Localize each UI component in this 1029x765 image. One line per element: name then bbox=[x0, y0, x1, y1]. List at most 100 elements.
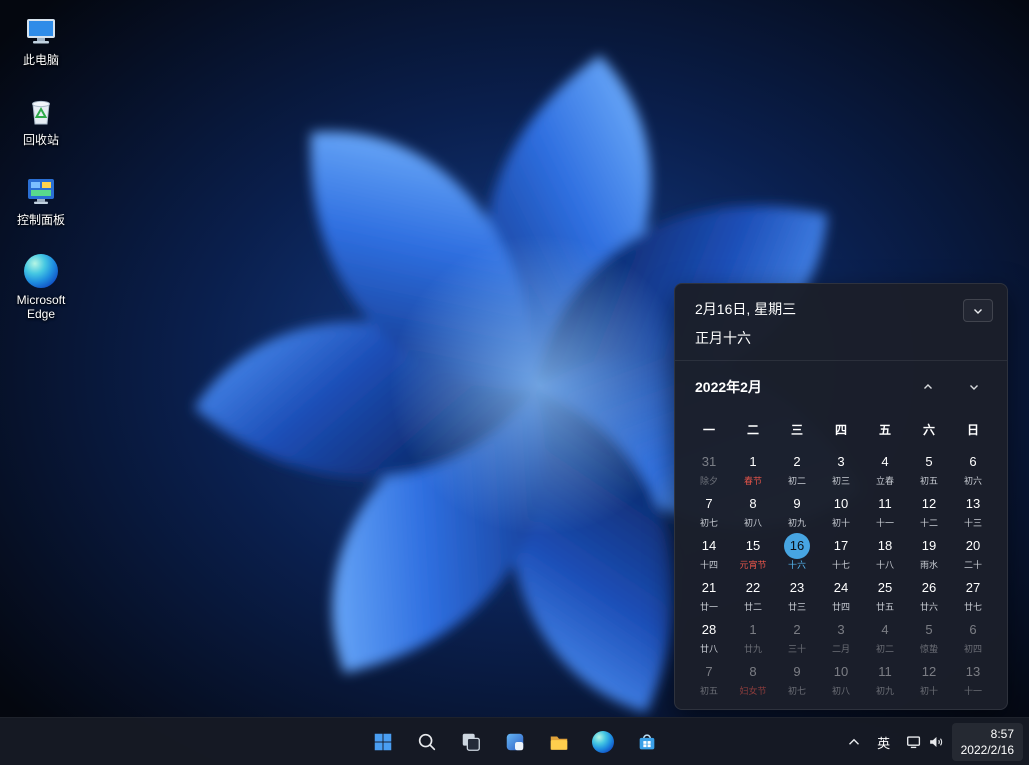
calendar-day-cell[interactable]: 1廿九 bbox=[731, 614, 775, 656]
calendar-day-cell[interactable]: 4立春 bbox=[863, 446, 907, 488]
desktop-icon-recycle-bin[interactable]: 回收站 bbox=[2, 88, 80, 152]
day-lunar-label: 廿七 bbox=[964, 602, 982, 612]
day-number: 13 bbox=[960, 659, 986, 685]
day-number: 17 bbox=[828, 533, 854, 559]
chevron-down-icon bbox=[971, 304, 985, 318]
calendar-prev-month-button[interactable] bbox=[917, 376, 939, 398]
day-lunar-label: 初六 bbox=[964, 476, 982, 486]
taskbar-center-icons bbox=[363, 722, 667, 762]
language-indicator[interactable]: 英 bbox=[870, 722, 898, 762]
calendar-day-cell[interactable]: 13十一 bbox=[951, 656, 995, 698]
day-number: 9 bbox=[784, 491, 810, 517]
store-button[interactable] bbox=[627, 722, 667, 762]
calendar-day-cell[interactable]: 17十七 bbox=[819, 530, 863, 572]
calendar-day-cell[interactable]: 7初五 bbox=[687, 656, 731, 698]
clock-date: 2022/2/16 bbox=[961, 742, 1014, 758]
calendar-day-cell[interactable]: 15元宵节 bbox=[731, 530, 775, 572]
day-lunar-label: 三十 bbox=[788, 644, 806, 654]
day-lunar-label: 元宵节 bbox=[739, 560, 766, 570]
calendar-day-cell[interactable]: 5初五 bbox=[907, 446, 951, 488]
calendar-day-cell[interactable]: 10初八 bbox=[819, 656, 863, 698]
day-lunar-label: 立春 bbox=[876, 476, 894, 486]
calendar-day-cell[interactable]: 2三十 bbox=[775, 614, 819, 656]
calendar-day-cell[interactable]: 28廿八 bbox=[687, 614, 731, 656]
day-number: 8 bbox=[740, 659, 766, 685]
edge-button[interactable] bbox=[583, 722, 623, 762]
desktop-icon-control-panel[interactable]: 控制面板 bbox=[2, 168, 80, 232]
day-number: 11 bbox=[872, 659, 898, 685]
widgets-button[interactable] bbox=[495, 722, 535, 762]
task-view-button[interactable] bbox=[451, 722, 491, 762]
calendar-day-cell[interactable]: 18十八 bbox=[863, 530, 907, 572]
clock-button[interactable]: 8:57 2022/2/16 bbox=[952, 723, 1023, 761]
desktop-icon-this-pc[interactable]: 此电脑 bbox=[2, 8, 80, 72]
calendar-day-cell[interactable]: 2初二 bbox=[775, 446, 819, 488]
day-lunar-label: 十一 bbox=[876, 518, 894, 528]
day-number: 10 bbox=[828, 491, 854, 517]
start-button[interactable] bbox=[363, 722, 403, 762]
calendar-day-cell[interactable]: 11初九 bbox=[863, 656, 907, 698]
calendar-day-cell[interactable]: 1春节 bbox=[731, 446, 775, 488]
calendar-day-cell[interactable]: 9初九 bbox=[775, 488, 819, 530]
calendar-day-cell[interactable]: 8初八 bbox=[731, 488, 775, 530]
day-lunar-label: 廿二 bbox=[744, 602, 762, 612]
calendar-day-cell[interactable]: 8妇女节 bbox=[731, 656, 775, 698]
search-button[interactable] bbox=[407, 722, 447, 762]
day-lunar-label: 十三 bbox=[964, 518, 982, 528]
calendar-day-cell[interactable]: 26廿六 bbox=[907, 572, 951, 614]
day-number: 7 bbox=[696, 491, 722, 517]
calendar-day-cell[interactable]: 27廿七 bbox=[951, 572, 995, 614]
day-lunar-label: 初二 bbox=[788, 476, 806, 486]
calendar-day-cell[interactable]: 20二十 bbox=[951, 530, 995, 572]
file-explorer-icon bbox=[548, 731, 570, 753]
task-view-icon bbox=[460, 731, 482, 753]
day-lunar-label: 初九 bbox=[788, 518, 806, 528]
calendar-day-cell[interactable]: 22廿二 bbox=[731, 572, 775, 614]
day-lunar-label: 初七 bbox=[700, 518, 718, 528]
calendar-day-cell[interactable]: 4初二 bbox=[863, 614, 907, 656]
calendar-day-cell[interactable]: 25廿五 bbox=[863, 572, 907, 614]
calendar-day-cell[interactable]: 19雨水 bbox=[907, 530, 951, 572]
calendar-day-cell[interactable]: 5惊蛰 bbox=[907, 614, 951, 656]
day-lunar-label: 十八 bbox=[876, 560, 894, 570]
calendar-day-cell[interactable]: 6初六 bbox=[951, 446, 995, 488]
calendar-month-row: 2022年2月 bbox=[675, 361, 1007, 404]
calendar-day-cell[interactable]: 10初十 bbox=[819, 488, 863, 530]
day-number: 13 bbox=[960, 491, 986, 517]
chevron-up-icon bbox=[921, 380, 935, 394]
desktop-icon-edge[interactable]: Microsoft Edge bbox=[2, 248, 80, 326]
calendar-day-cell[interactable]: 31除夕 bbox=[687, 446, 731, 488]
day-number: 16 bbox=[784, 533, 810, 559]
calendar-day-cell[interactable]: 24廿四 bbox=[819, 572, 863, 614]
tray-overflow-button[interactable] bbox=[840, 722, 868, 762]
day-number: 3 bbox=[828, 617, 854, 643]
day-number: 28 bbox=[696, 617, 722, 643]
file-explorer-button[interactable] bbox=[539, 722, 579, 762]
calendar-day-cell[interactable]: 9初七 bbox=[775, 656, 819, 698]
calendar-day-cell[interactable]: 6初四 bbox=[951, 614, 995, 656]
calendar-day-cell[interactable]: 16十六 bbox=[775, 530, 819, 572]
calendar-day-cell[interactable]: 21廿一 bbox=[687, 572, 731, 614]
calendar-day-cell[interactable]: 23廿三 bbox=[775, 572, 819, 614]
weekday-label: 五 bbox=[863, 412, 907, 446]
day-lunar-label: 初二 bbox=[876, 644, 894, 654]
calendar-day-cell[interactable]: 3初三 bbox=[819, 446, 863, 488]
calendar-next-month-button[interactable] bbox=[963, 376, 985, 398]
widgets-icon bbox=[504, 731, 526, 753]
day-number: 1 bbox=[740, 617, 766, 643]
calendar-day-cell[interactable]: 7初七 bbox=[687, 488, 731, 530]
clock-time: 8:57 bbox=[991, 726, 1014, 742]
calendar-day-cell[interactable]: 11十一 bbox=[863, 488, 907, 530]
weekday-label: 一 bbox=[687, 412, 731, 446]
calendar-day-cell[interactable]: 3二月 bbox=[819, 614, 863, 656]
calendar-day-cell[interactable]: 14十四 bbox=[687, 530, 731, 572]
network-volume-button[interactable] bbox=[900, 722, 950, 762]
calendar-day-cell[interactable]: 12初十 bbox=[907, 656, 951, 698]
calendar-day-cell[interactable]: 13十三 bbox=[951, 488, 995, 530]
calendar-collapse-button[interactable] bbox=[963, 299, 993, 322]
day-number: 2 bbox=[784, 449, 810, 475]
day-number: 3 bbox=[828, 449, 854, 475]
calendar-day-cell[interactable]: 12十二 bbox=[907, 488, 951, 530]
day-number: 6 bbox=[960, 617, 986, 643]
network-icon bbox=[905, 733, 923, 751]
